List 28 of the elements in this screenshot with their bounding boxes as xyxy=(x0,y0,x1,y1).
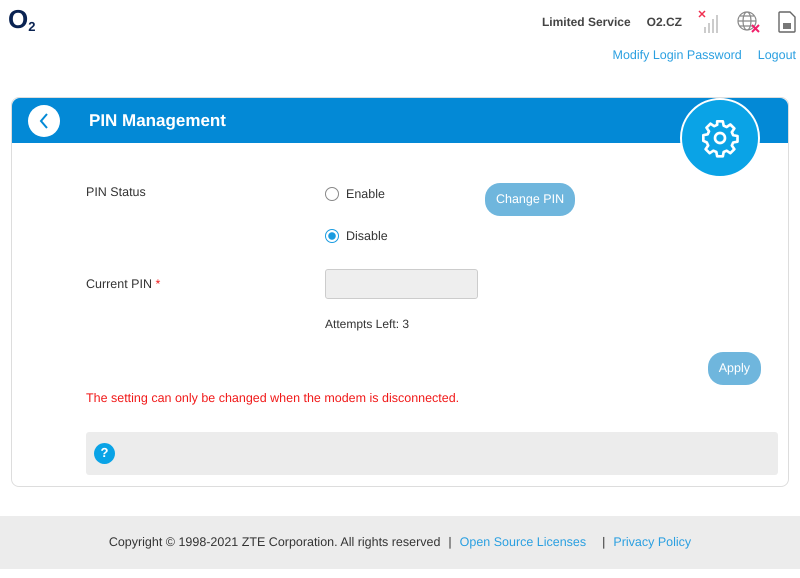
required-mark: * xyxy=(155,277,160,291)
settings-icon xyxy=(700,118,740,158)
radio-label: Enable xyxy=(346,186,385,203)
attempts-left: Attempts Left: 3 xyxy=(325,316,410,333)
back-icon xyxy=(39,112,49,128)
no-signal-icon xyxy=(698,10,720,34)
service-status: Limited Service xyxy=(542,14,631,31)
sim-card-icon xyxy=(778,11,796,33)
warning-message: The setting can only be changed when the modem is disconnected. xyxy=(86,390,460,407)
radio-label: Disable xyxy=(346,228,388,245)
modify-password-link[interactable]: Modify Login Password xyxy=(612,46,742,65)
radio-button[interactable] xyxy=(325,187,339,201)
o2-logo: O$_{2}$ xyxy=(8,6,36,36)
panel-title: PIN Management xyxy=(89,110,226,132)
privacy-policy-link[interactable]: Privacy Policy xyxy=(613,533,692,552)
globe-disconnected-icon xyxy=(736,10,762,34)
radio-button[interactable] xyxy=(325,229,339,243)
back-button[interactable] xyxy=(28,104,60,136)
logout-link[interactable]: Logout xyxy=(758,46,796,65)
copyright-text: Copyright © 1998-2021 ZTE Corporation. All rights reserved xyxy=(108,534,440,552)
field-label: PIN Status xyxy=(86,184,147,201)
field-label: Current PIN xyxy=(86,277,152,291)
pin-input-field[interactable] xyxy=(325,269,478,299)
separator: | xyxy=(448,534,452,552)
help-icon[interactable]: ? xyxy=(94,442,115,464)
open-source-link[interactable]: Open Source Licenses xyxy=(460,533,586,552)
operator-name: O2.CZ xyxy=(646,14,682,31)
separator: | xyxy=(602,534,606,552)
